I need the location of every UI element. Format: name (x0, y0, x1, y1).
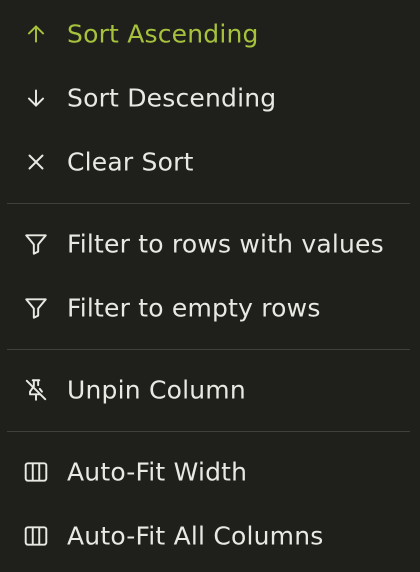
pin-off-icon (22, 376, 50, 404)
menu-item-filter-rows-with-values[interactable]: Filter to rows with values (0, 212, 420, 276)
menu-item-label: Clear Sort (67, 147, 194, 177)
menu-item-label: Sort Descending (67, 83, 277, 113)
menu-item-label: Filter to empty rows (67, 293, 321, 323)
menu-item-label: Auto-Fit Width (67, 457, 248, 487)
menu-item-label: Filter to rows with values (67, 229, 384, 259)
columns-icon (22, 522, 50, 550)
menu-divider (7, 349, 410, 350)
menu-item-unpin-column[interactable]: Unpin Column (0, 358, 420, 422)
menu-item-label: Unpin Column (67, 375, 246, 405)
menu-item-label: Sort Ascending (67, 19, 259, 49)
menu-item-label: Auto-Fit All Columns (67, 521, 324, 551)
menu-item-auto-fit-width[interactable]: Auto-Fit Width (0, 440, 420, 504)
filter-icon (22, 294, 50, 322)
menu-item-auto-fit-all-columns[interactable]: Auto-Fit All Columns (0, 504, 420, 568)
menu-divider (7, 203, 410, 204)
close-icon (22, 148, 50, 176)
column-context-menu: Sort Ascending Sort Descending Clear Sor… (0, 0, 420, 572)
filter-icon (22, 230, 50, 258)
menu-item-sort-descending[interactable]: Sort Descending (0, 66, 420, 130)
menu-divider (7, 431, 410, 432)
arrow-up-icon (22, 20, 50, 48)
menu-item-filter-empty-rows[interactable]: Filter to empty rows (0, 276, 420, 340)
columns-icon (22, 458, 50, 486)
menu-item-clear-sort[interactable]: Clear Sort (0, 130, 420, 194)
arrow-down-icon (22, 84, 50, 112)
menu-item-sort-ascending[interactable]: Sort Ascending (0, 2, 420, 66)
